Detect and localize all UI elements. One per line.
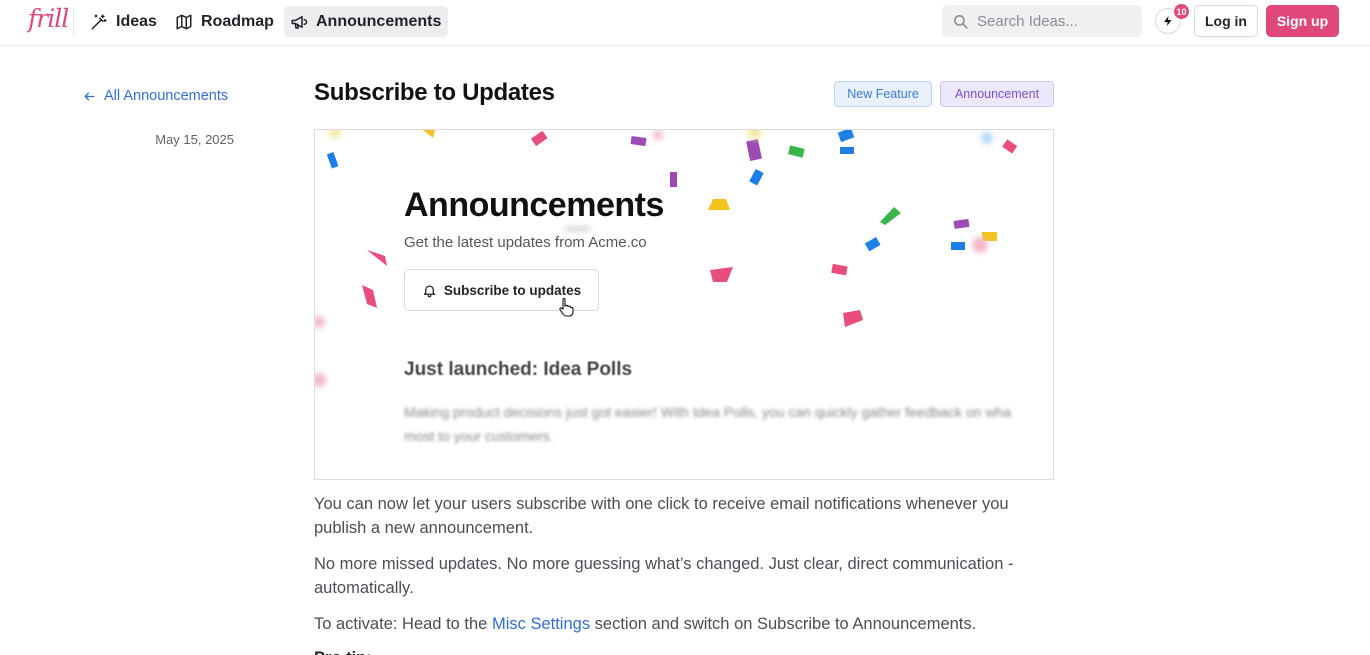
nav-item-roadmap[interactable]: Roadmap — [169, 6, 281, 37]
logo-divider — [73, 8, 74, 35]
post-date: May 15, 2025 — [155, 132, 234, 147]
misc-settings-link[interactable]: Misc Settings — [492, 615, 590, 633]
hero-section-title: Just launched: Idea Polls — [404, 359, 633, 380]
hero-title: Announcements — [404, 186, 664, 224]
magic-wand-icon — [91, 14, 107, 29]
nav-item-label: Roadmap — [201, 12, 274, 30]
post-paragraph: You can now let your users subscribe wit… — [314, 495, 1009, 537]
megaphone-icon — [291, 15, 308, 29]
hero-section-text-line: Making product decisions just got easier… — [404, 404, 1011, 420]
nav-item-label: Announcements — [316, 12, 442, 30]
back-to-announcements-link[interactable]: All Announcements — [83, 88, 228, 104]
nav-item-announcements[interactable]: Announcements — [284, 6, 449, 37]
post-paragraph: No more missed updates. No more guessing… — [314, 555, 1014, 597]
back-link-label: All Announcements — [104, 88, 229, 104]
hero-section-text-line: most to your customers. — [404, 428, 554, 444]
frill-logo[interactable]: frill — [28, 4, 69, 33]
login-button[interactable]: Log in — [1194, 5, 1258, 37]
search-input[interactable] — [977, 12, 1127, 30]
post-pro-tip-heading: Pro tip: — [314, 646, 1054, 655]
hand-cursor-icon — [559, 297, 574, 317]
hero-subscribe-label: Subscribe to updates — [443, 282, 582, 298]
tag-new-feature[interactable]: New Feature — [834, 81, 932, 107]
post-title: Subscribe to Updates — [314, 79, 555, 106]
notification-count-badge: 10 — [1174, 4, 1189, 19]
post-paragraph-activation: To activate: Head to the Misc Settings s… — [314, 612, 1054, 636]
signup-button[interactable]: Sign up — [1266, 5, 1339, 37]
arrow-left-icon — [84, 92, 95, 100]
tag-announcement[interactable]: Announcement — [940, 81, 1054, 107]
activation-suffix: section and switch on Subscribe to Annou… — [590, 615, 977, 633]
search-box[interactable] — [942, 5, 1142, 37]
nav-item-ideas[interactable]: Ideas — [84, 6, 164, 37]
map-icon — [176, 14, 192, 29]
top-navigation-bar: frill Ideas Roadmap Announcements 10 Log… — [0, 0, 1370, 46]
nav-item-label: Ideas — [116, 12, 157, 30]
search-icon — [954, 14, 968, 29]
hero-section-text: Making product decisions just got easier… — [404, 400, 1053, 448]
bell-icon — [423, 285, 435, 297]
activation-prefix: To activate: Head to the — [314, 615, 492, 633]
lightning-icon — [1164, 16, 1172, 26]
hero-image: Announcements Get the latest updates fro… — [314, 129, 1054, 480]
hero-subtitle: Get the latest updates from Acme.co — [404, 234, 647, 251]
